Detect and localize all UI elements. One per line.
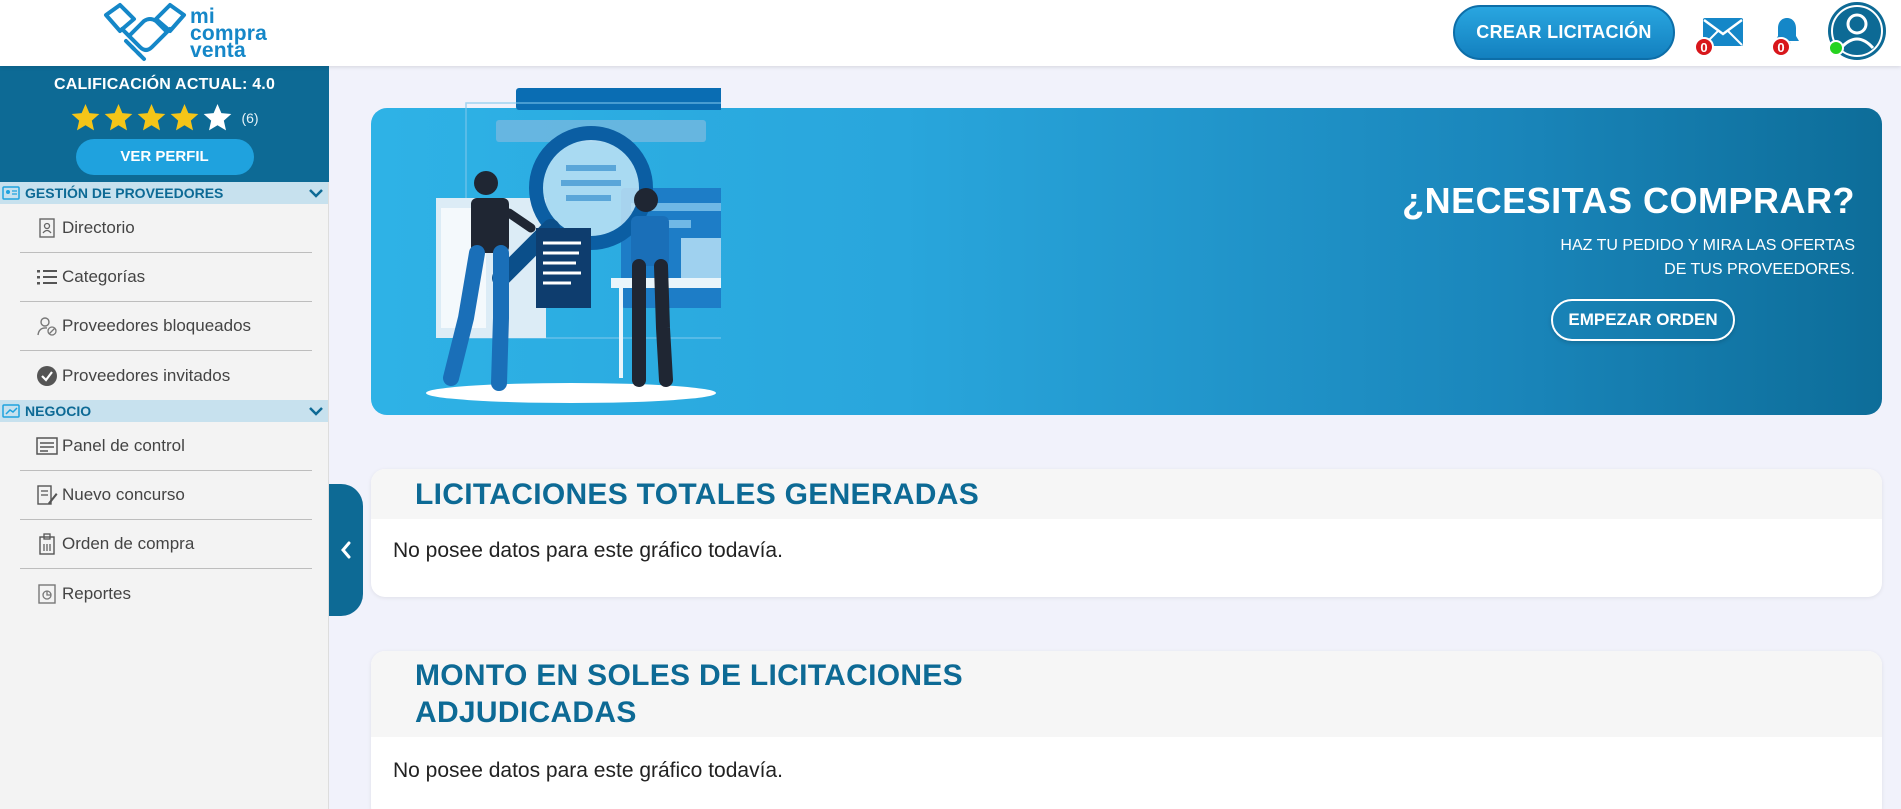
- messages-badge: 0: [1694, 37, 1714, 57]
- blocked-user-icon: [37, 317, 57, 336]
- create-tender-button[interactable]: CREAR LICITACIÓN: [1453, 5, 1675, 60]
- card-title-line: ADJUDICADAS: [415, 696, 637, 729]
- list-icon: [37, 270, 57, 285]
- section-title: NEGOCIO: [25, 403, 92, 419]
- shopping-illustration: [426, 88, 721, 403]
- star-filled-icon: [138, 103, 166, 131]
- card-empty-message: No posee datos para este gráfico todavía…: [393, 539, 783, 562]
- top-header: mi compra venta CREAR LICITACIÓN 0 0: [0, 0, 1901, 66]
- sidebar-item-reportes[interactable]: Reportes: [20, 569, 312, 618]
- sidebar-item-label: Nuevo concurso: [62, 485, 185, 504]
- logo[interactable]: mi compra venta: [100, 0, 290, 66]
- clipboard-icon: [39, 533, 55, 555]
- card-empty-message: No posee datos para este gráfico todavía…: [393, 759, 783, 782]
- rating-title: CALIFICACIÓN ACTUAL: 4.0: [53, 76, 276, 93]
- chevron-left-icon: [341, 541, 351, 559]
- chevron-down-icon: [309, 189, 323, 198]
- suppliers-section-icon: [2, 186, 20, 200]
- sidebar: CALIFICACIÓN ACTUAL: 4.0 (6) VER PERFIL …: [0, 66, 329, 809]
- sidebar-item-proveedores-bloqueados[interactable]: Proveedores bloqueados: [20, 302, 312, 351]
- card-title: MONTO EN SOLES DE LICITACIONES ADJUDICAD…: [371, 651, 1882, 737]
- rating-count: (6): [241, 109, 259, 126]
- star-filled-icon: [72, 103, 100, 131]
- sidebar-item-label: Reportes: [62, 583, 131, 603]
- view-profile-button[interactable]: VER PERFIL: [75, 139, 254, 175]
- banner-subtitle-line: DE TUS PROVEEDORES.: [1664, 261, 1855, 278]
- sidebar-item-label: Orden de compra: [62, 534, 195, 553]
- directory-icon: [39, 218, 55, 238]
- sidebar-item-categorias[interactable]: Categorías: [20, 253, 312, 302]
- handshake-logo-icon: [104, 3, 186, 61]
- card-title: LICITACIONES TOTALES GENERADAS: [371, 469, 1882, 519]
- chart-card-total-tenders: LICITACIONES TOTALES GENERADAS No posee …: [371, 469, 1882, 597]
- sidebar-item-panel-de-control[interactable]: Panel de control: [20, 422, 312, 471]
- banner-title: ¿NECESITAS COMPRAR?: [1402, 180, 1855, 221]
- sidebar-item-nuevo-concurso[interactable]: Nuevo concurso: [20, 471, 312, 520]
- star-filled-icon: [105, 103, 133, 131]
- start-order-button[interactable]: EMPEZAR ORDEN: [1551, 299, 1735, 341]
- report-icon: [38, 583, 56, 604]
- section-header-business[interactable]: NEGOCIO: [0, 400, 328, 422]
- edit-document-icon: [37, 485, 58, 505]
- sidebar-collapse-button[interactable]: [329, 484, 363, 616]
- business-section-icon: [2, 404, 20, 418]
- sidebar-item-directorio[interactable]: Directorio: [20, 204, 312, 253]
- section-title: GESTIÓN DE PROVEEDORES: [25, 185, 224, 201]
- rating-stars: (6): [0, 102, 329, 133]
- online-status-dot: [1828, 40, 1844, 56]
- sidebar-item-orden-de-compra[interactable]: Orden de compra: [20, 520, 312, 569]
- check-circle-icon: [37, 365, 57, 386]
- card-title-line: LICITACIONES TOTALES GENERADAS: [415, 478, 980, 511]
- control-panel-icon: [36, 437, 58, 455]
- star-filled-icon: [171, 103, 199, 131]
- banner-subtitle-line: HAZ TU PEDIDO Y MIRA LAS OFERTAS: [1560, 237, 1855, 254]
- chart-card-awarded-amount: MONTO EN SOLES DE LICITACIONES ADJUDICAD…: [371, 651, 1882, 809]
- sidebar-item-label: Proveedores bloqueados: [62, 316, 252, 335]
- star-empty-icon: [204, 103, 232, 131]
- chevron-down-icon: [309, 407, 323, 416]
- notifications-badge: 0: [1771, 37, 1791, 57]
- sidebar-item-label: Panel de control: [62, 436, 185, 455]
- sidebar-item-proveedores-invitados[interactable]: Proveedores invitados: [20, 351, 312, 400]
- rating-panel: CALIFICACIÓN ACTUAL: 4.0 (6) VER PERFIL: [0, 66, 329, 182]
- sidebar-item-label: Categorías: [62, 267, 146, 286]
- section-header-suppliers[interactable]: GESTIÓN DE PROVEEDORES: [0, 182, 328, 204]
- logo-text: mi compra venta: [190, 6, 267, 61]
- banner-subtitle: HAZ TU PEDIDO Y MIRA LAS OFERTAS DE TUS …: [1535, 234, 1855, 282]
- card-title-line: MONTO EN SOLES DE LICITACIONES: [415, 659, 963, 692]
- promo-banner: ¿NECESITAS COMPRAR? HAZ TU PEDIDO Y MIRA…: [371, 88, 1882, 415]
- sidebar-item-label: Directorio: [62, 218, 135, 237]
- sidebar-item-label: Proveedores invitados: [62, 365, 231, 385]
